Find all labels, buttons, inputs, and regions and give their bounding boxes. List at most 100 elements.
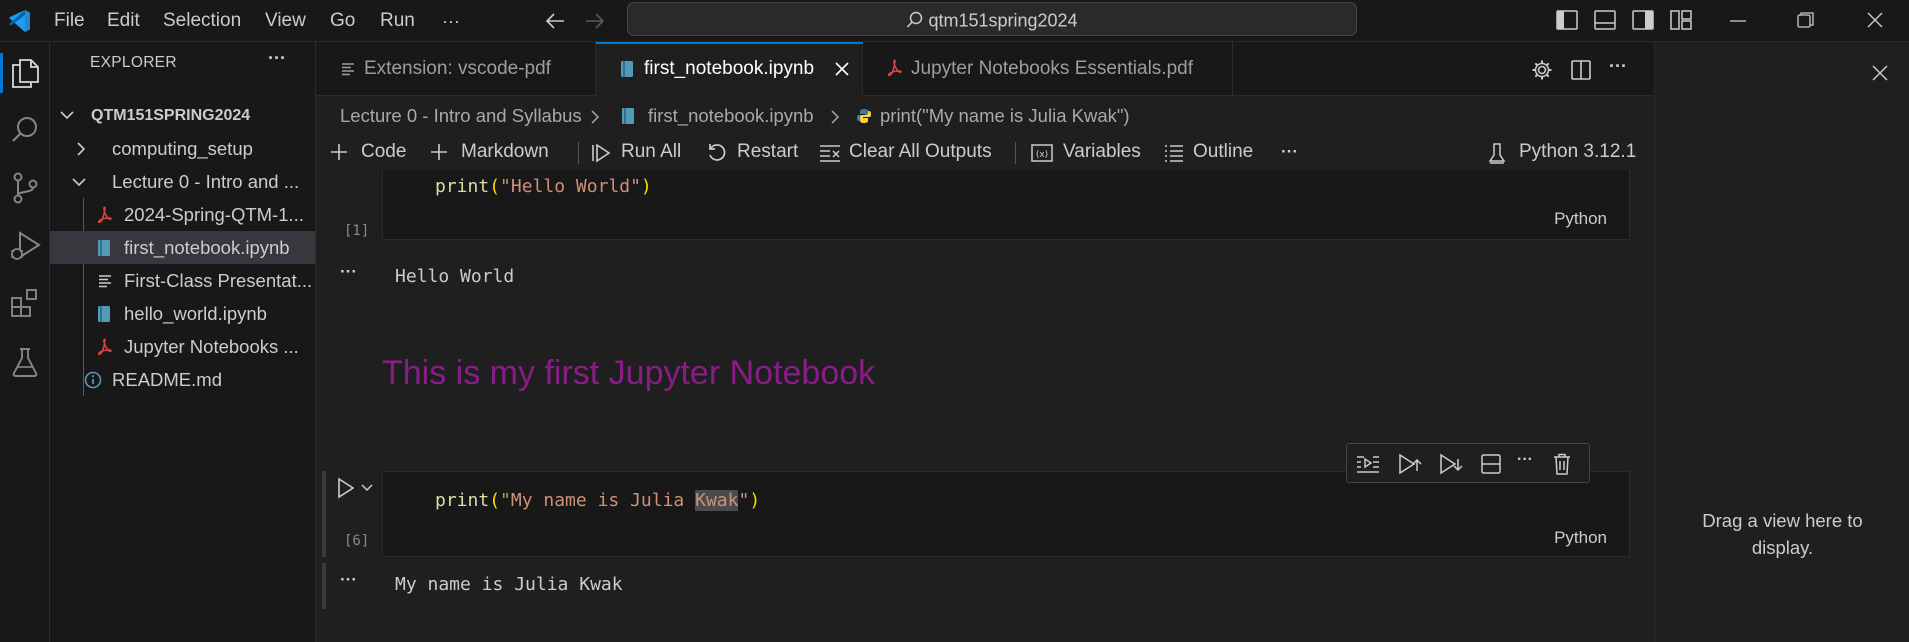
clear-outputs-icon <box>819 144 841 162</box>
markdown-heading[interactable]: This is my first Jupyter Notebook <box>382 354 875 393</box>
menu-more[interactable]: ··· <box>442 0 460 42</box>
toggle-secondary-sidebar-icon[interactable] <box>1632 10 1654 30</box>
chevron-right-icon <box>830 110 840 124</box>
tree-item-label: computing_setup <box>112 138 253 159</box>
editor-more-actions[interactable]: ··· <box>1609 56 1627 77</box>
restart-button[interactable]: Restart <box>737 134 798 170</box>
breadcrumb-file[interactable]: first_notebook.ipynb <box>648 99 814 133</box>
variables-button[interactable]: Variables <box>1063 134 1141 170</box>
menu-selection[interactable]: Selection <box>163 0 241 42</box>
toggle-primary-sidebar-icon[interactable] <box>1556 10 1578 30</box>
forward-arrow-icon[interactable] <box>584 11 606 31</box>
run-all-icon <box>591 143 611 163</box>
cell-more-actions[interactable]: ··· <box>1517 451 1533 469</box>
workspace-root[interactable]: QTM151SPRING2024 <box>50 99 315 132</box>
restore-icon[interactable] <box>1797 11 1815 29</box>
outline-button[interactable]: Outline <box>1193 134 1253 170</box>
drag-view-hint: Drag a view here to display. <box>1702 510 1863 558</box>
kernel-picker[interactable]: Python 3.12.1 <box>1519 134 1636 170</box>
execute-cell-and-above-icon[interactable] <box>1398 453 1422 475</box>
breadcrumb-symbol[interactable]: print("My name is Julia Kwak") <box>880 99 1130 133</box>
cell-1-language[interactable]: Python <box>1554 209 1607 229</box>
run-cell-icon[interactable] <box>336 477 356 499</box>
cell-2-code[interactable]: print("My name is Julia Kwak") <box>435 490 760 511</box>
toggle-panel-icon[interactable] <box>1594 10 1616 30</box>
cell-2-execution-count: [6] <box>344 533 370 549</box>
cell-2-language[interactable]: Python <box>1554 528 1607 548</box>
explorer-more-button[interactable]: ··· <box>268 48 286 69</box>
pdf-file-icon <box>97 206 113 224</box>
tree-item-hello-world[interactable]: hello_world.ipynb <box>50 297 315 330</box>
add-markdown-cell-button[interactable]: Markdown <box>461 134 549 170</box>
customize-layout-icon[interactable] <box>1670 10 1692 30</box>
secondary-sidebar: Drag a view here to display. <box>1654 42 1909 642</box>
split-cell-icon[interactable] <box>1481 454 1501 474</box>
tree-item-label: Jupyter Notebooks ... <box>124 336 299 357</box>
cell-2-output: My name is Julia Kwak <box>395 574 623 595</box>
tree-item-jupyter-essentials-pdf[interactable]: Jupyter Notebooks ... <box>50 330 315 363</box>
split-editor-icon[interactable] <box>1571 60 1591 80</box>
plus-icon <box>430 143 448 161</box>
toolbar-divider <box>1015 142 1016 164</box>
notebook-file-icon <box>621 107 635 125</box>
source-control-icon[interactable] <box>0 164 50 212</box>
menu-go[interactable]: Go <box>330 0 355 42</box>
code-cell-2[interactable]: print("My name is Julia Kwak") Python <box>382 471 1630 557</box>
notebook-toolbar: Code Markdown Run All Restart Clear All … <box>316 134 1654 170</box>
menu-file[interactable]: File <box>54 0 85 42</box>
tab-label: first_notebook.ipynb <box>644 58 815 79</box>
tree-item-readme[interactable]: README.md <box>50 363 315 396</box>
run-and-debug-icon[interactable] <box>0 222 50 270</box>
tree-item-label: Lecture 0 - Intro and ... <box>112 171 300 192</box>
outline-list-icon <box>1164 144 1184 162</box>
chevron-right-icon <box>75 142 87 156</box>
tree-item-syllabus-pdf[interactable]: 2024-Spring-QTM-1... <box>50 198 315 231</box>
extensions-icon[interactable] <box>0 280 50 328</box>
toolbar-more-button[interactable]: ··· <box>1281 134 1298 170</box>
execute-cell-and-below-icon[interactable] <box>1439 453 1463 475</box>
execute-above-icon[interactable] <box>1356 454 1380 474</box>
tab-jupyter-essentials-pdf[interactable]: Jupyter Notebooks Essentials.pdf <box>863 42 1233 96</box>
cell-2-output-more[interactable]: ··· <box>340 570 357 590</box>
kernel-icon <box>1487 142 1507 164</box>
settings-gear-icon[interactable] <box>1531 59 1553 81</box>
selected-text: Kwak <box>695 490 739 511</box>
menu-view[interactable]: View <box>265 0 306 42</box>
menu-edit[interactable]: Edit <box>107 0 140 42</box>
command-center-search[interactable]: qtm151spring2024 <box>627 2 1357 36</box>
back-arrow-icon[interactable] <box>544 11 566 31</box>
menu-run[interactable]: Run <box>380 0 415 42</box>
cell-1-code[interactable]: print("Hello World") <box>435 176 652 197</box>
tab-first-notebook[interactable]: first_notebook.ipynb <box>596 42 863 96</box>
code-cell-1[interactable]: print("Hello World") Python <box>382 170 1630 240</box>
tree-item-lecture-0[interactable]: Lecture 0 - Intro and ... <box>50 165 315 198</box>
info-icon <box>84 371 102 389</box>
cell-1-output: Hello World <box>395 266 515 287</box>
tab-extension-vscode-pdf[interactable]: Extension: vscode-pdf <box>316 42 596 96</box>
tree-item-label: hello_world.ipynb <box>124 303 267 324</box>
search-view-icon[interactable] <box>0 106 50 154</box>
editor-tab-bar: Extension: vscode-pdf first_notebook.ipy… <box>316 42 1654 96</box>
tree-item-first-class-presentation[interactable]: First-Class Presentat... <box>50 264 315 297</box>
explorer-files-icon[interactable] <box>0 49 50 97</box>
chevron-right-icon <box>590 110 600 124</box>
notebook-file-icon <box>97 305 111 323</box>
notebook-editor: print("Hello World") Python [1] ··· Hell… <box>316 170 1654 642</box>
breadcrumb-folder[interactable]: Lecture 0 - Intro and Syllabus <box>340 99 582 133</box>
tree-item-first-notebook[interactable]: first_notebook.ipynb <box>50 231 315 264</box>
testing-flask-icon[interactable] <box>0 338 50 386</box>
cell-toolbar: ··· <box>1346 443 1590 483</box>
tree-item-computing-setup[interactable]: computing_setup <box>50 132 315 165</box>
delete-trash-icon[interactable] <box>1553 453 1571 475</box>
tree-item-label: first_notebook.ipynb <box>124 237 290 258</box>
search-text: qtm151spring2024 <box>928 10 1078 31</box>
add-code-cell-button[interactable]: Code <box>361 134 406 170</box>
clear-all-outputs-button[interactable]: Clear All Outputs <box>849 134 992 170</box>
minimize-icon[interactable] <box>1730 19 1746 23</box>
run-all-button[interactable]: Run All <box>621 134 681 170</box>
cell-1-output-more[interactable]: ··· <box>340 262 357 282</box>
close-panel-icon[interactable] <box>1871 64 1889 82</box>
run-options-chevron-icon[interactable] <box>361 483 373 493</box>
close-tab-icon[interactable] <box>834 61 850 77</box>
close-window-icon[interactable] <box>1866 11 1884 29</box>
